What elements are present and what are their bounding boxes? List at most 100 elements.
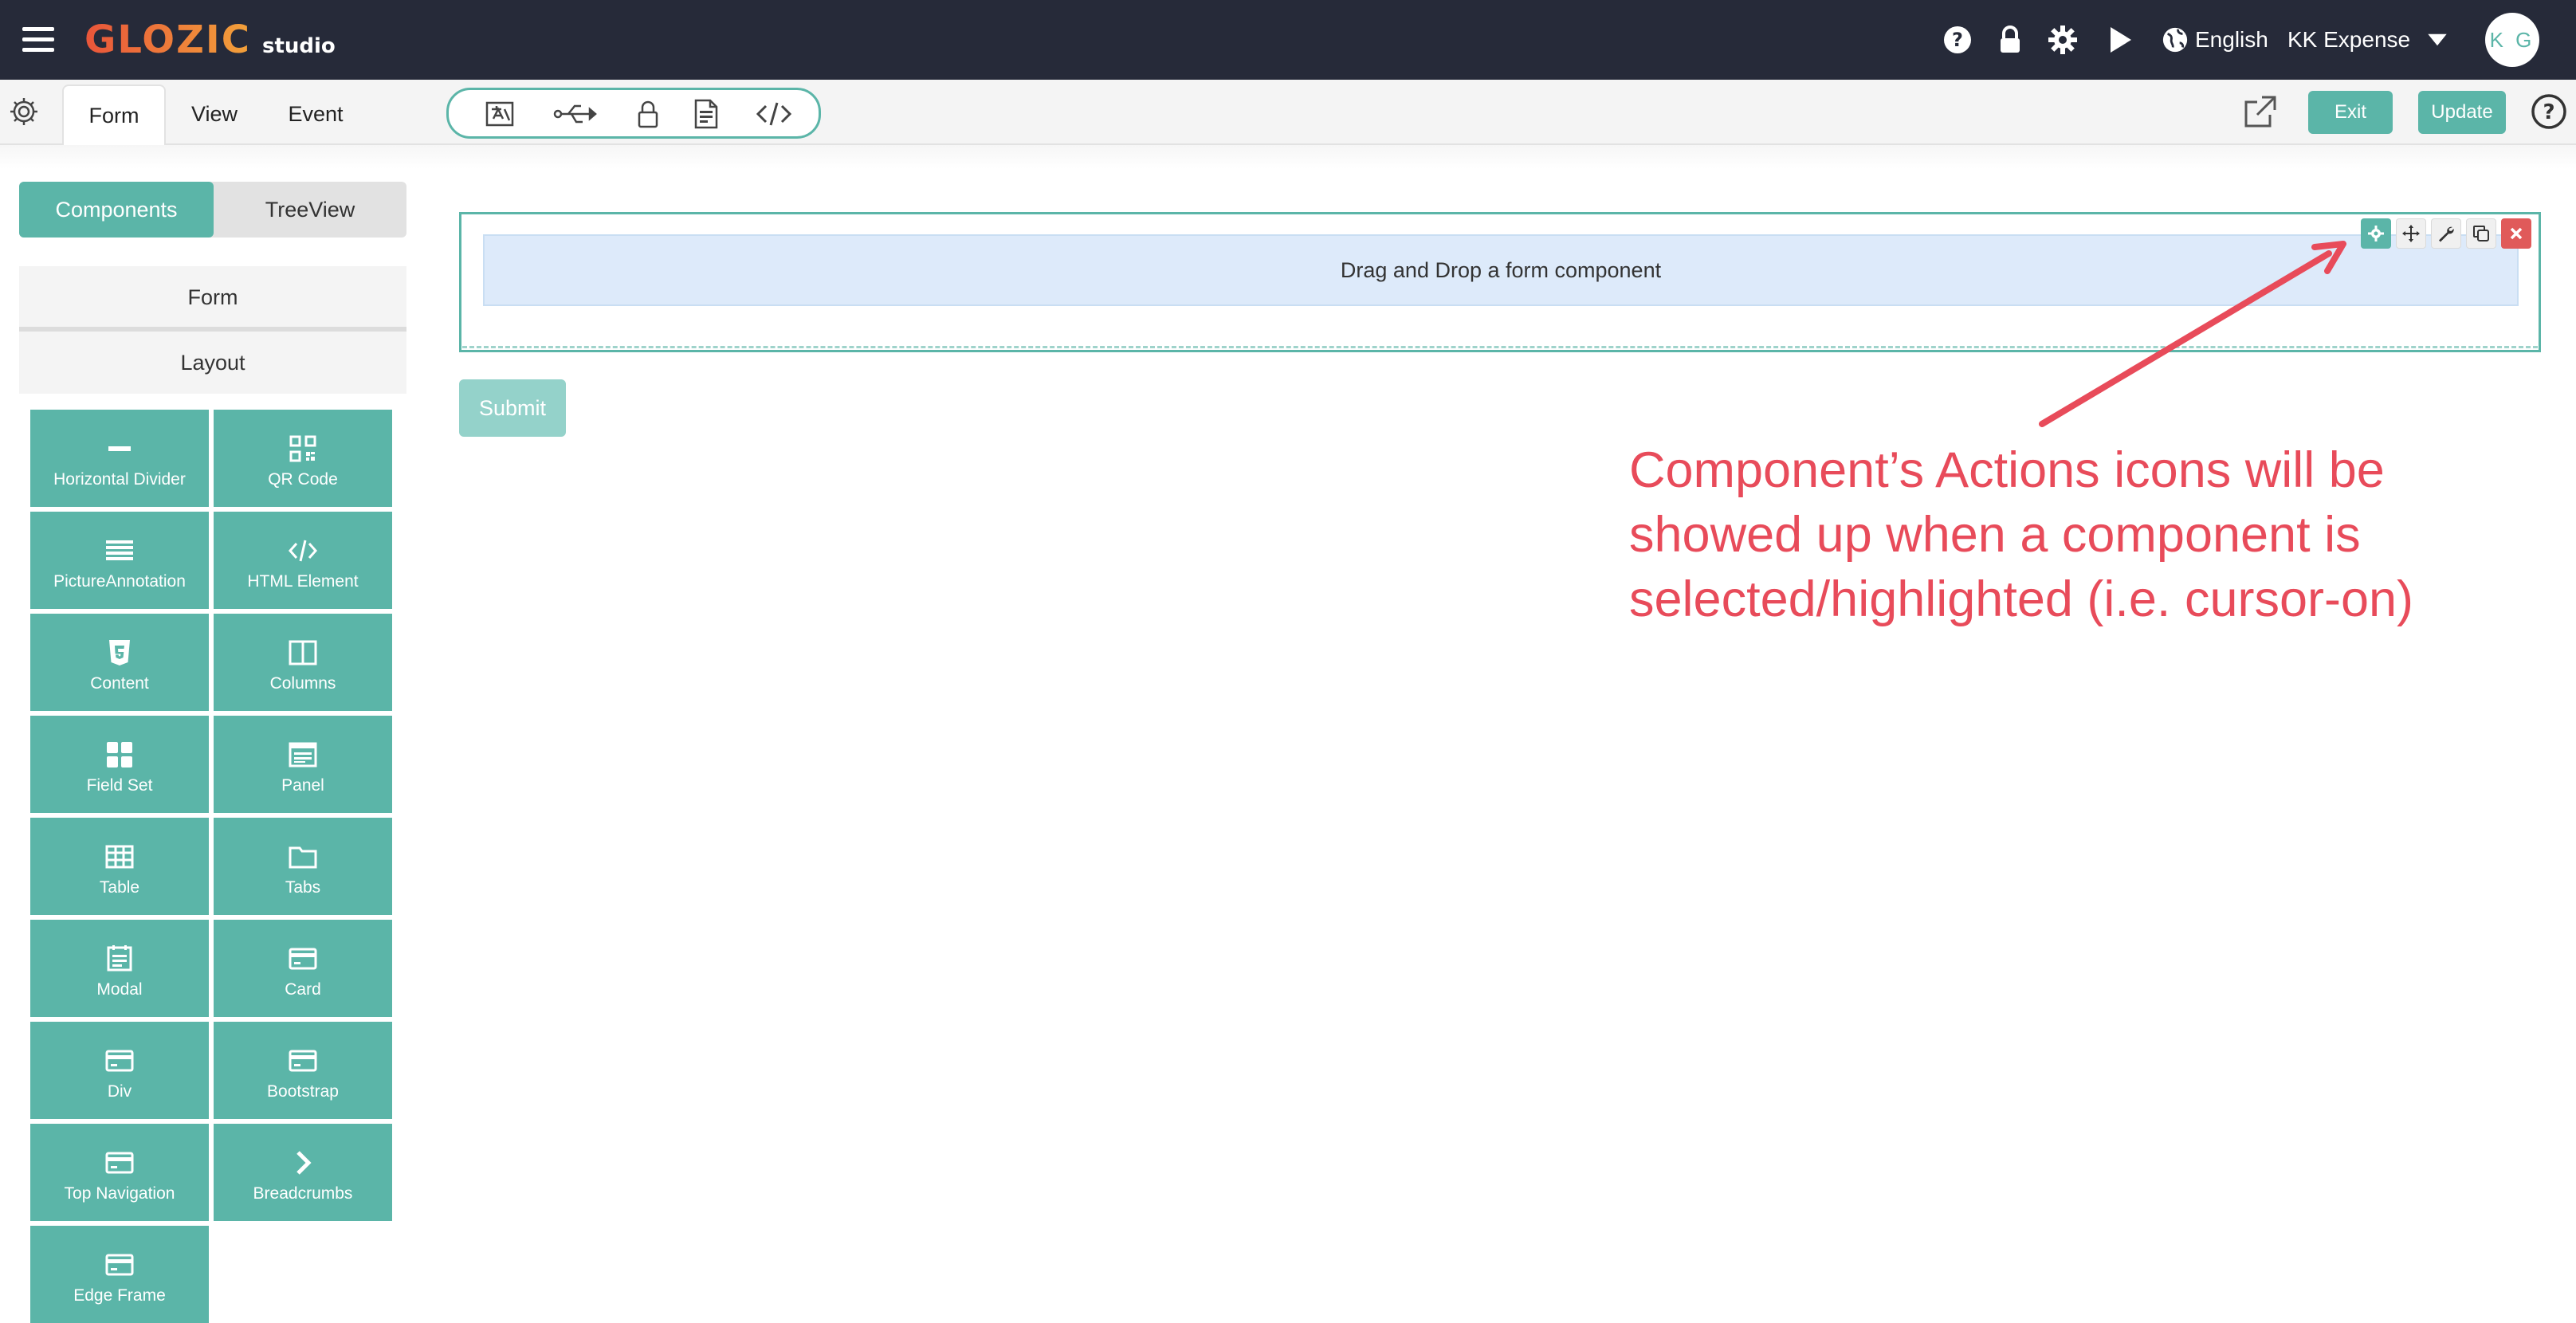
logo-main: GLOZIC [84, 18, 251, 62]
component-label: Card [285, 980, 321, 999]
card-icon [105, 1152, 134, 1174]
modal-icon [107, 945, 132, 972]
chevron-right-icon [296, 1151, 312, 1175]
component-edge-frame[interactable]: Edge Frame [30, 1226, 209, 1323]
component-table[interactable]: Table [30, 818, 209, 915]
globe-icon [2162, 27, 2188, 53]
tab-event[interactable]: Event [268, 84, 363, 143]
component-tabs[interactable]: Tabs [214, 818, 392, 915]
component-label: Breadcrumbs [253, 1184, 353, 1203]
logo-sub: studio [261, 34, 336, 58]
folder-icon [289, 846, 317, 869]
play-icon[interactable] [2104, 24, 2136, 56]
component-remove-button[interactable] [2501, 218, 2531, 249]
component-field-set[interactable]: Field Set [30, 716, 209, 813]
exit-button[interactable]: Exit [2308, 91, 2393, 134]
code-icon [288, 540, 318, 562]
tool-toolbar [446, 88, 821, 139]
component-label: Table [99, 878, 140, 897]
component-label: Modal [96, 980, 143, 999]
help-icon[interactable]: ? [1942, 24, 1973, 56]
tab-view[interactable]: View [171, 84, 258, 143]
component-content[interactable]: Content [30, 614, 209, 711]
tab-bar-shadow [0, 145, 2576, 169]
component-div[interactable]: Div [30, 1022, 209, 1119]
component-copy-button[interactable] [2466, 218, 2496, 249]
grid-icon [107, 742, 132, 767]
component-label: Div [107, 1082, 132, 1101]
component-label: QR Code [268, 470, 338, 489]
component-pictureannotation[interactable]: PictureAnnotation [30, 512, 209, 609]
logo: GLOZIC studio [84, 18, 336, 62]
gear-icon [2368, 226, 2384, 241]
code-icon[interactable] [755, 98, 793, 130]
dropzone-placeholder[interactable]: Drag and Drop a form component [483, 234, 2519, 306]
open-external-icon[interactable] [2241, 94, 2278, 131]
panel-icon [289, 742, 317, 767]
component-settings-button[interactable] [2361, 218, 2391, 249]
account-selector[interactable]: KK Expense [2287, 22, 2448, 57]
list-icon [106, 540, 133, 560]
update-button[interactable]: Update [2418, 91, 2506, 134]
component-label: Content [90, 674, 149, 693]
component-horizontal-divider[interactable]: Horizontal Divider [30, 410, 209, 507]
component-modal[interactable]: Modal [30, 920, 209, 1017]
lock-icon[interactable] [1994, 24, 2026, 56]
card-icon [289, 1050, 317, 1072]
usb-icon[interactable] [552, 98, 597, 130]
component-edit-button[interactable] [2431, 218, 2461, 249]
component-label: Columns [269, 674, 336, 693]
component-panel[interactable]: Panel [214, 716, 392, 813]
component-label: Horizontal Divider [53, 470, 186, 489]
card-icon [105, 1050, 134, 1072]
columns-icon [289, 640, 317, 665]
segment-components[interactable]: Components [19, 182, 214, 238]
tab-bar [0, 80, 2576, 145]
component-label: HTML Element [247, 572, 359, 591]
component-columns[interactable]: Columns [214, 614, 392, 711]
caret-down-icon [2428, 33, 2447, 46]
component-label: Edge Frame [73, 1286, 166, 1305]
component-card[interactable]: Card [214, 920, 392, 1017]
svg-text:?: ? [1952, 29, 1963, 51]
container-bottom-border [462, 346, 2538, 348]
html5-icon [109, 640, 130, 665]
language-label: English [2195, 27, 2268, 52]
submit-button[interactable]: Submit [459, 379, 566, 437]
account-label: KK Expense [2287, 27, 2411, 52]
avatar[interactable]: K G [2485, 13, 2539, 67]
translate-icon[interactable] [484, 98, 516, 130]
form-settings-icon[interactable] [8, 96, 40, 128]
sidebar-segmented-control: Components TreeView [19, 182, 406, 238]
card-icon [289, 948, 317, 970]
annotation-text: Component’s Actions icons will be showed… [1629, 442, 2414, 627]
group-layout[interactable]: Layout [19, 332, 406, 394]
component-move-button[interactable] [2396, 218, 2426, 249]
component-breadcrumbs[interactable]: Breadcrumbs [214, 1124, 392, 1221]
component-label: Tabs [285, 878, 321, 897]
remove-icon [2510, 227, 2523, 240]
menu-icon[interactable] [19, 21, 57, 59]
language-selector[interactable]: English [2162, 22, 2268, 57]
component-label: Field Set [86, 776, 153, 795]
lock-tool-icon[interactable] [632, 98, 664, 130]
wrench-icon [2439, 226, 2454, 242]
component-actions [2361, 218, 2531, 249]
help-circle-icon[interactable]: ? [2530, 92, 2568, 131]
card-icon [105, 1254, 134, 1276]
move-icon [2402, 225, 2420, 242]
component-qr-code[interactable]: QR Code [214, 410, 392, 507]
component-label: PictureAnnotation [53, 572, 186, 591]
component-html-element[interactable]: HTML Element [214, 512, 392, 609]
group-form[interactable]: Form [19, 266, 406, 328]
minus-icon [108, 446, 131, 451]
table-icon [105, 845, 134, 869]
tab-form[interactable]: Form [62, 84, 166, 145]
component-top-navigation[interactable]: Top Navigation [30, 1124, 209, 1221]
settings-icon[interactable] [2047, 24, 2079, 56]
copy-icon [2473, 226, 2489, 241]
svg-text:?: ? [2543, 100, 2554, 124]
segment-treeview[interactable]: TreeView [214, 182, 406, 238]
document-icon[interactable] [689, 98, 721, 130]
component-bootstrap[interactable]: Bootstrap [214, 1022, 392, 1119]
